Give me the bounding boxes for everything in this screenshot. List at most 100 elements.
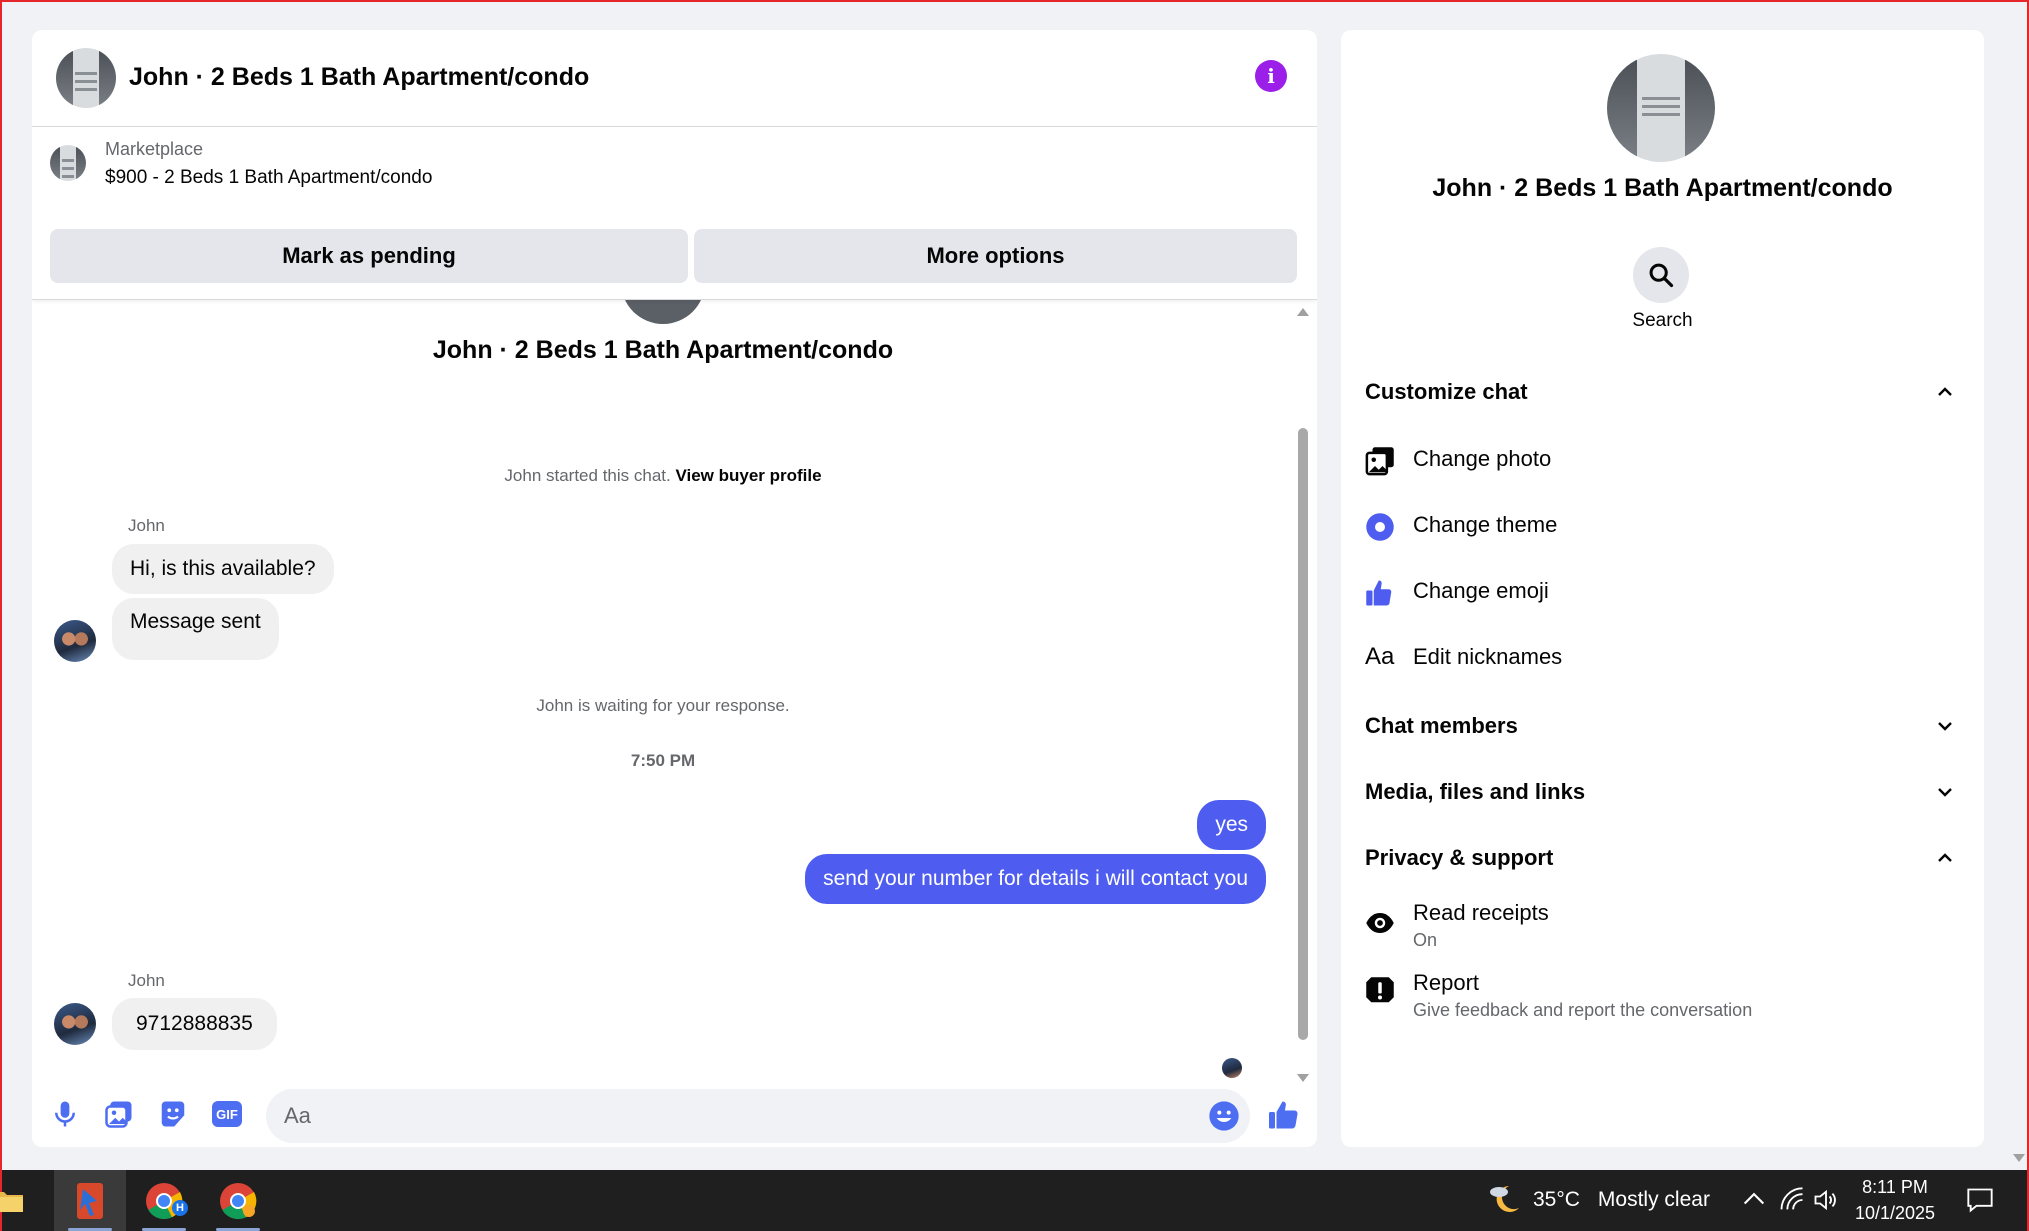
text-aa-icon: Aa xyxy=(1365,643,1395,670)
chat-header: John · 2 Beds 1 Bath Apartment/condo i xyxy=(32,30,1317,127)
option-sublabel: On xyxy=(1413,930,1438,950)
chat-started-text: John started this chat. xyxy=(504,466,671,485)
app-tool-icon xyxy=(77,1182,103,1219)
sender-name: John xyxy=(128,971,165,990)
sender-avatar[interactable] xyxy=(54,620,96,662)
seen-indicator-avatar xyxy=(1222,1058,1242,1078)
report-option[interactable]: Report Give feedback and report the conv… xyxy=(1365,964,1961,1030)
report-icon xyxy=(1366,977,1394,1003)
option-sublabel: Give feedback and report the conversatio… xyxy=(1413,1000,1753,1020)
chevron-down-icon xyxy=(1938,722,1952,731)
profile-avatar[interactable] xyxy=(1607,54,1715,162)
scroll-up-arrow[interactable] xyxy=(1297,308,1309,316)
section-label: Media, files and links xyxy=(1365,779,1586,804)
sender-name: John xyxy=(128,516,165,535)
notification-icon[interactable] xyxy=(1966,1186,1994,1214)
chevron-up-icon xyxy=(1938,387,1952,396)
chat-title[interactable]: John · 2 Beds 1 Bath Apartment/condo xyxy=(129,63,589,92)
listing-thumbnail[interactable] xyxy=(50,145,86,181)
section-customize-chat[interactable]: Customize chat xyxy=(1365,368,1961,416)
thumbs-up-icon[interactable] xyxy=(1266,1097,1302,1133)
taskbar-app-tool[interactable] xyxy=(54,1170,126,1231)
taskbar-chrome-profile-2[interactable] xyxy=(202,1170,274,1231)
conversation-info-panel: John · 2 Beds 1 Bath Apartment/condo Sea… xyxy=(1341,30,1984,1147)
info-title: John · 2 Beds 1 Bath Apartment/condo xyxy=(1432,174,1893,202)
mark-as-pending-button[interactable]: Mark as pending xyxy=(50,229,688,283)
eye-icon xyxy=(1366,913,1394,933)
taskbar-chrome-profile-h[interactable]: H xyxy=(128,1170,200,1231)
message-bubble-out[interactable]: yes xyxy=(1197,800,1266,850)
chrome-profile-badge: H xyxy=(172,1200,188,1216)
listing-bar: Marketplace $900 - 2 Beds 1 Bath Apartme… xyxy=(32,127,1317,300)
chevron-down-icon xyxy=(1938,788,1952,797)
chat-started-notice: John started this chat. View buyer profi… xyxy=(32,466,1294,486)
gif-icon-text: GIF xyxy=(216,1106,238,1122)
intro-title: John · 2 Beds 1 Bath Apartment/condo xyxy=(432,336,894,364)
wifi-icon[interactable] xyxy=(1778,1186,1806,1214)
folder-icon xyxy=(0,1191,23,1212)
window-scroll-down-arrow[interactable] xyxy=(2013,1154,2025,1162)
volume-icon[interactable] xyxy=(1812,1186,1840,1214)
message-input[interactable] xyxy=(266,1089,1250,1143)
chat-panel: John · 2 Beds 1 Bath Apartment/condo i M… xyxy=(32,30,1317,1147)
section-label: Customize chat xyxy=(1365,379,1528,404)
message-composer: GIF xyxy=(32,1085,1317,1147)
clock-time: 8:11 PM xyxy=(1862,1177,1928,1197)
theme-circle-icon xyxy=(1366,513,1394,541)
section-privacy-support[interactable]: Privacy & support xyxy=(1365,834,1961,882)
weather-temperature: 35°C xyxy=(1533,1188,1580,1211)
chevron-up-icon xyxy=(1938,853,1952,862)
message-list[interactable]: John · 2 Beds 1 Bath Apartment/condo Joh… xyxy=(32,270,1294,1085)
gif-icon[interactable]: GIF xyxy=(212,1101,242,1127)
section-media-files-links[interactable]: Media, files and links xyxy=(1365,768,1961,816)
option-label: Report xyxy=(1413,970,1480,995)
option-label: Read receipts xyxy=(1413,900,1549,925)
section-chat-members[interactable]: Chat members xyxy=(1365,702,1961,750)
emoji-icon[interactable] xyxy=(1208,1100,1240,1132)
chrome-icon xyxy=(220,1182,257,1219)
option-label: Change photo xyxy=(1413,446,1552,471)
listing-source: Marketplace xyxy=(105,139,204,159)
sender-avatar[interactable] xyxy=(54,1003,96,1045)
more-options-button[interactable]: More options xyxy=(694,229,1297,283)
taskbar-clock[interactable]: 8:11 PM 10/1/2025 xyxy=(1850,1174,1940,1226)
message-scrollbar[interactable] xyxy=(1297,300,1309,1090)
microphone-icon[interactable] xyxy=(50,1099,80,1129)
clock-date: 10/1/2025 xyxy=(1854,1203,1936,1223)
weather-description: Mostly clear xyxy=(1597,1188,1710,1211)
search-icon xyxy=(1649,263,1674,288)
read-receipts-option[interactable]: Read receipts On xyxy=(1365,894,1961,960)
message-bubble-in[interactable]: Message sent xyxy=(112,598,279,660)
thumbs-up-icon xyxy=(1366,580,1392,606)
option-label: Change emoji xyxy=(1413,578,1549,603)
message-bubble-in[interactable]: Hi, is this available? xyxy=(112,544,334,594)
taskbar-file-explorer[interactable] xyxy=(0,1170,34,1231)
search-button[interactable] xyxy=(1633,247,1689,303)
change-photo-option[interactable]: Change photo xyxy=(1365,436,1961,484)
scroll-down-arrow[interactable] xyxy=(1297,1074,1309,1082)
photo-icon xyxy=(1365,447,1394,476)
moon-cloud-icon xyxy=(1490,1186,1519,1212)
message-bubble-in[interactable]: 9712888835 xyxy=(112,998,277,1050)
message-timestamp: 7:50 PM xyxy=(630,751,696,770)
message-bubble-out[interactable]: send your number for details i will cont… xyxy=(805,854,1266,904)
change-emoji-option[interactable]: Change emoji xyxy=(1365,568,1961,616)
section-label: Privacy & support xyxy=(1365,845,1554,870)
view-buyer-profile-link[interactable]: View buyer profile xyxy=(675,466,821,485)
taskbar: H 35°C Mostly clear 8:11 PM 10/1/2025 xyxy=(0,1170,2027,1231)
option-label: Change theme xyxy=(1413,512,1558,537)
listing-avatar[interactable] xyxy=(56,48,116,108)
search-label: Search xyxy=(1632,310,1693,331)
waiting-notice: John is waiting for your response. xyxy=(536,696,790,715)
chevron-up-icon[interactable] xyxy=(1740,1186,1768,1214)
scroll-thumb[interactable] xyxy=(1298,428,1308,1040)
photo-icon[interactable] xyxy=(104,1099,134,1129)
change-theme-option[interactable]: Change theme xyxy=(1365,502,1961,550)
option-label: Edit nicknames xyxy=(1413,644,1563,669)
weather-widget[interactable]: 35°C Mostly clear xyxy=(1487,1180,1710,1220)
listing-name[interactable]: $900 - 2 Beds 1 Bath Apartment/condo xyxy=(105,167,432,189)
sticker-icon[interactable] xyxy=(158,1099,188,1129)
info-icon[interactable]: i xyxy=(1255,60,1287,92)
section-label: Chat members xyxy=(1365,713,1518,738)
edit-nicknames-option[interactable]: Aa Edit nicknames xyxy=(1365,634,1961,682)
